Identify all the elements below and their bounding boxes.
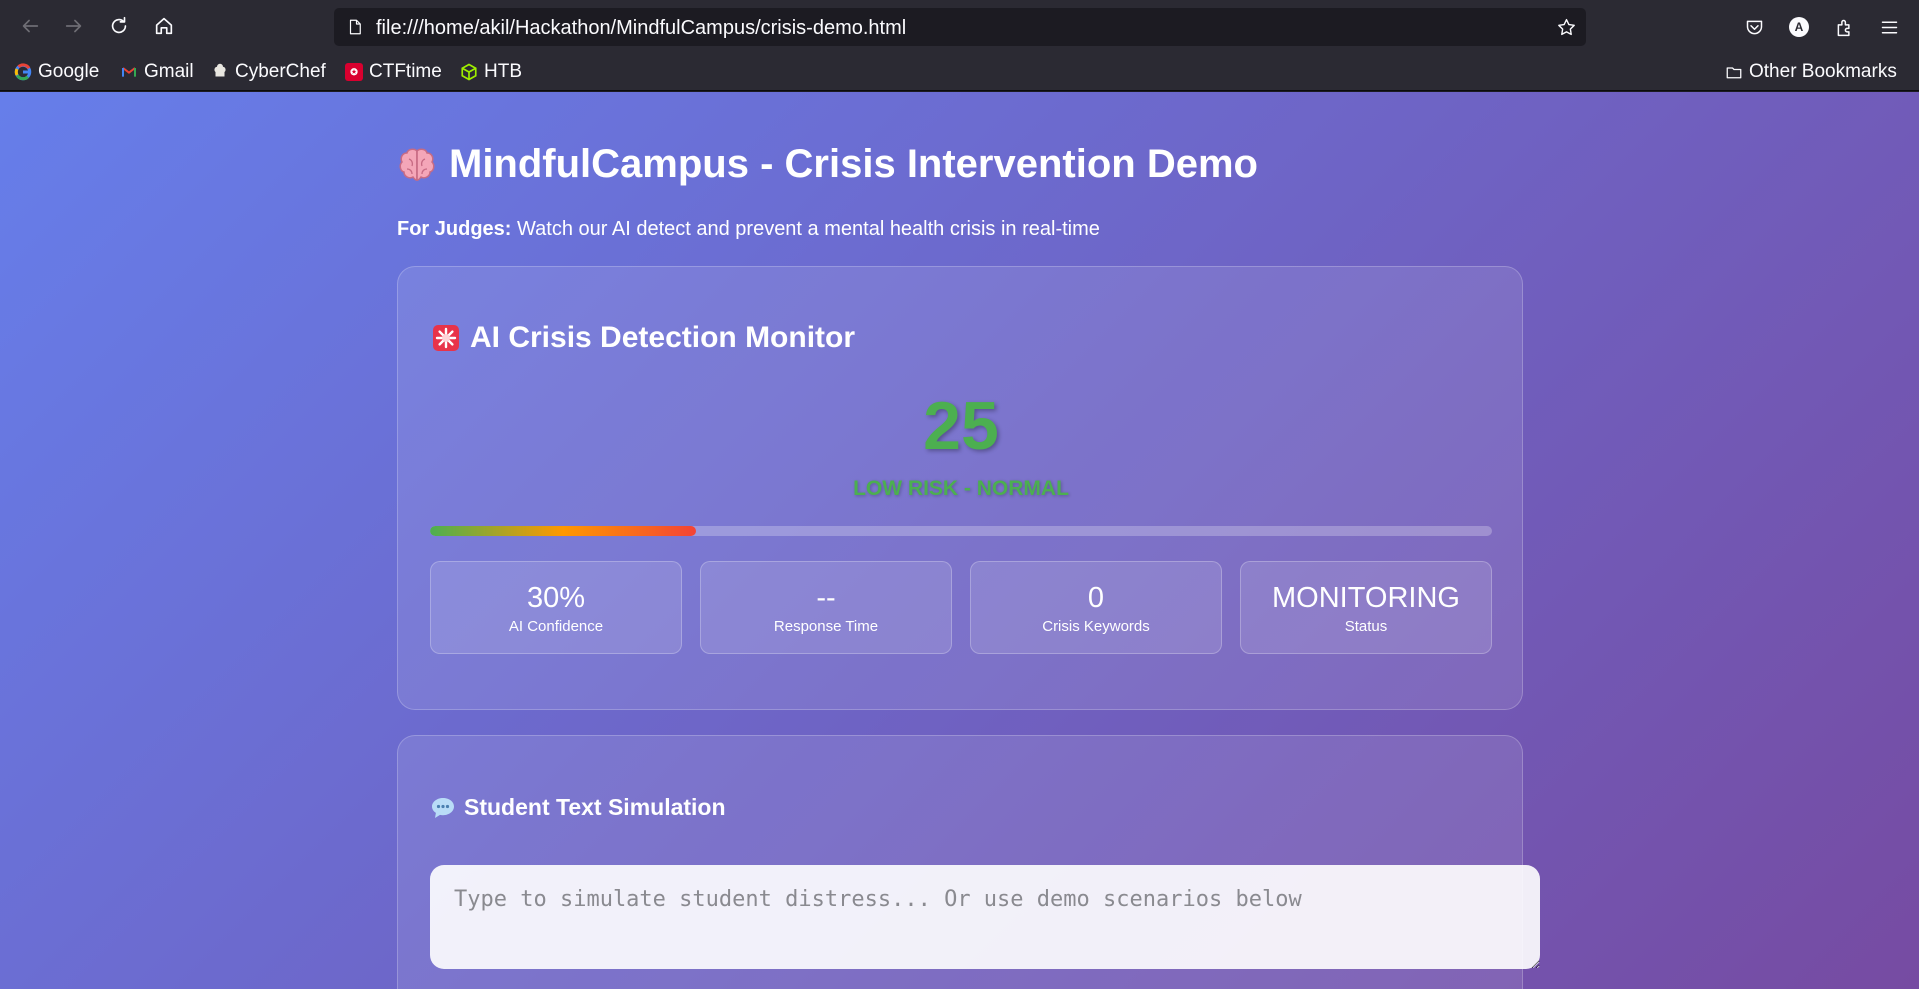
page-viewport: MindfulCampus - Crisis Intervention Demo… (0, 92, 1919, 989)
bookmark-label: Google (38, 61, 100, 82)
simulation-heading: Student Text Simulation (430, 794, 726, 821)
brain-icon (399, 148, 435, 181)
bookmark-label: Gmail (144, 61, 194, 82)
monitor-heading: AI Crisis Detection Monitor (430, 321, 855, 355)
bookmark-htb[interactable]: HTB (460, 60, 522, 84)
back-arrow-icon (22, 19, 39, 33)
forward-button[interactable] (56, 8, 92, 44)
url-text[interactable]: file:///home/akil/Hackathon/MindfulCampu… (376, 17, 906, 40)
other-bookmarks[interactable]: Other Bookmarks (1725, 60, 1897, 84)
other-bookmarks-label: Other Bookmarks (1749, 61, 1897, 82)
stat-label: AI Confidence (508, 618, 604, 635)
page-title-text: MindfulCampus - Crisis Intervention Demo (449, 142, 1258, 186)
risk-progress-fill (430, 526, 696, 536)
student-text-input[interactable] (430, 865, 1540, 969)
htb-icon (460, 63, 478, 81)
speech-bubble-icon (432, 797, 454, 818)
home-button[interactable] (146, 8, 182, 44)
stat-label: Status (1344, 618, 1388, 635)
stat-value: -- (816, 582, 836, 614)
pocket-icon[interactable] (1739, 12, 1769, 42)
home-icon (155, 17, 173, 35)
bookmark-label: HTB (484, 61, 522, 82)
stat-value: 30% (526, 582, 586, 614)
cyberchef-icon (211, 63, 229, 81)
reload-button[interactable] (101, 8, 137, 44)
simulation-heading-text: Student Text Simulation (464, 794, 726, 820)
account-button[interactable]: A (1784, 12, 1814, 42)
text-simulation-card: Student Text Simulation (397, 735, 1540, 989)
page-icon (344, 16, 366, 38)
risk-progress-bar (430, 526, 1492, 536)
extensions-icon[interactable] (1829, 12, 1859, 42)
menu-icon[interactable] (1874, 12, 1904, 42)
ctftime-icon: ✪ (345, 63, 363, 81)
bookmark-cyberchef[interactable]: CyberChef (211, 60, 326, 84)
account-avatar: A (1789, 17, 1809, 37)
stat-ai-confidence: 30% AI Confidence (430, 561, 682, 654)
stat-label: Response Time (773, 618, 879, 635)
monitor-heading-text: AI Crisis Detection Monitor (470, 321, 856, 354)
forward-arrow-icon (65, 19, 82, 33)
bookmark-gmail[interactable]: Gmail (120, 60, 194, 84)
stat-status: MONITORING Status (1240, 561, 1492, 654)
page-title: MindfulCampus - Crisis Intervention Demo (397, 142, 1258, 187)
bookmark-ctftime[interactable]: ✪ CTFtime (345, 60, 442, 84)
folder-icon (1725, 63, 1743, 81)
gmail-icon (120, 63, 138, 81)
intro-text: For Judges: Watch our AI detect and prev… (397, 218, 1100, 241)
siren-icon (433, 325, 459, 351)
back-button[interactable] (12, 8, 48, 44)
stat-crisis-keywords: 0 Crisis Keywords (970, 561, 1222, 654)
google-icon (14, 63, 32, 81)
stat-label: Crisis Keywords (1042, 618, 1150, 635)
address-bar[interactable]: file:///home/akil/Hackathon/MindfulCampu… (334, 8, 1586, 46)
browser-toolbar: file:///home/akil/Hackathon/MindfulCampu… (0, 0, 1919, 53)
intro-body: Watch our AI detect and prevent a mental… (511, 218, 1100, 240)
intro-label: For Judges: (397, 218, 512, 240)
reload-icon (111, 16, 127, 34)
bookmarks-bar: Google Gmail CyberChef ✪ CTFtime HTB Oth… (0, 53, 1919, 91)
risk-score: 25 (923, 388, 999, 464)
stat-response-time: -- Response Time (700, 561, 952, 654)
bookmark-star-icon[interactable] (1554, 15, 1578, 39)
bookmark-google[interactable]: Google (14, 60, 99, 84)
bookmark-label: CTFtime (369, 61, 442, 82)
risk-level-label: LOW RISK - NORMAL (853, 477, 1069, 500)
stat-value: MONITORING (1272, 582, 1460, 614)
bookmark-label: CyberChef (235, 61, 326, 82)
stat-value: 0 (1087, 582, 1105, 614)
crisis-monitor-card: AI Crisis Detection Monitor 25 LOW RISK … (397, 266, 1523, 710)
